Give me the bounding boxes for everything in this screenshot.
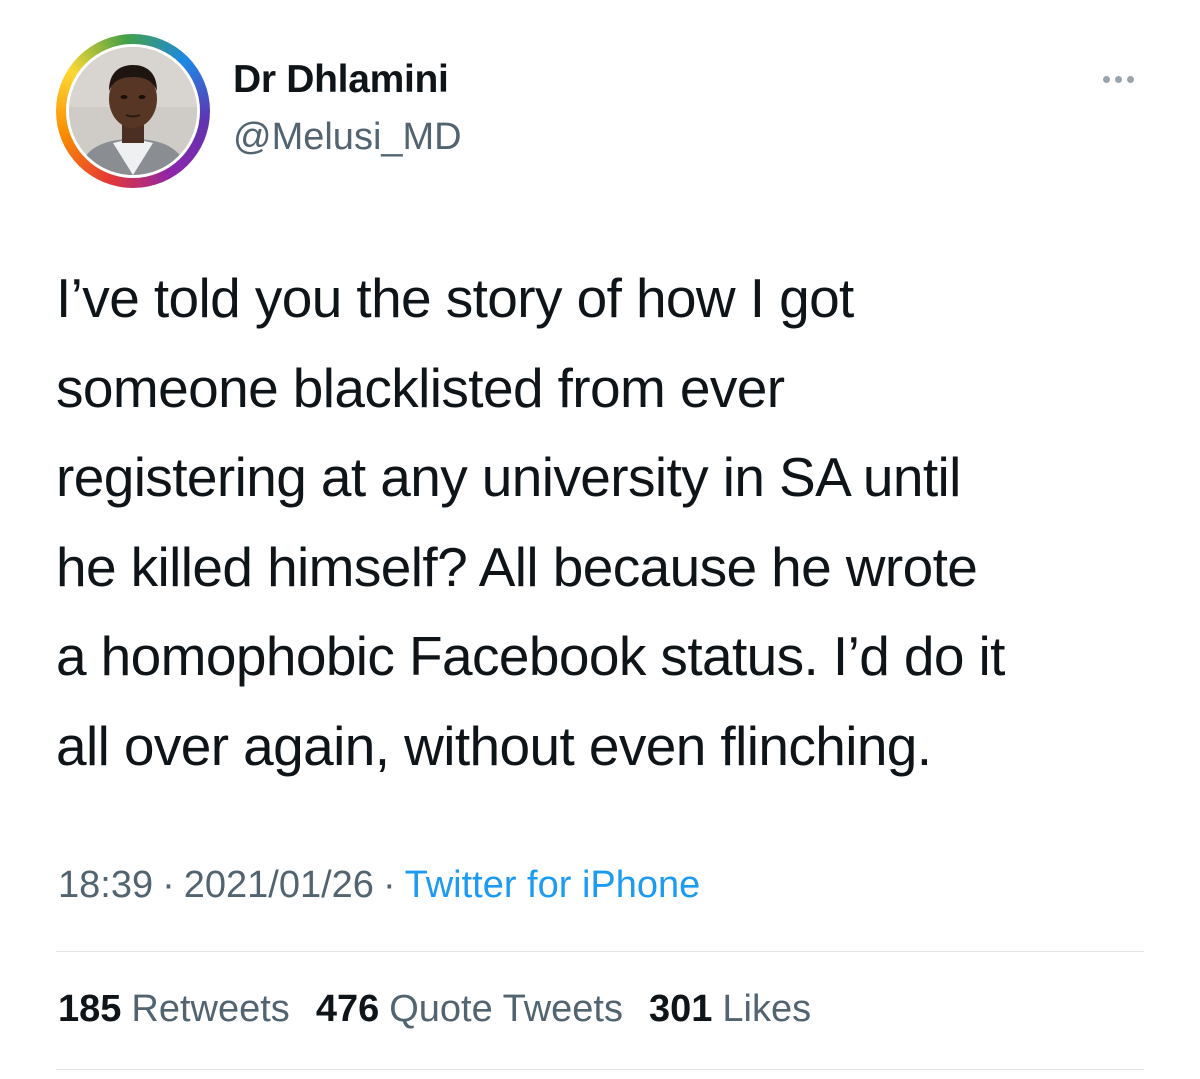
tweet-time[interactable]: 18:39 — [58, 864, 153, 906]
tweet-text-line: someone blacklisted from ever — [56, 356, 785, 419]
more-options-button[interactable] — [1092, 64, 1144, 94]
author-display-name[interactable]: Dr Dhlamini — [233, 58, 449, 102]
tweet-text-line: he killed himself? All because he wrote — [56, 535, 978, 598]
author-handle[interactable]: @Melusi_MD — [233, 116, 462, 159]
tweet-source-link[interactable]: Twitter for iPhone — [405, 864, 701, 906]
retweets-label: Retweets — [131, 988, 290, 1030]
divider — [56, 951, 1144, 952]
quote-tweets-stat[interactable]: 476 Quote Tweets — [316, 988, 623, 1031]
tweet-text-line: all over again, without even flinching. — [56, 714, 932, 777]
divider — [56, 1069, 1144, 1070]
quote-tweets-label: Quote Tweets — [389, 988, 623, 1030]
avatar-ring[interactable] — [56, 34, 210, 188]
likes-count: 301 — [649, 988, 713, 1030]
tweet-meta: 18:39 · 2021/01/26 · Twitter for iPhone — [58, 864, 700, 907]
avatar-photo — [69, 47, 197, 175]
meta-separator: · — [382, 864, 396, 906]
tweet-card: Dr Dhlamini @Melusi_MD I’ve told you the… — [0, 0, 1200, 1079]
tweet-date[interactable]: 2021/01/26 — [184, 864, 374, 906]
retweets-count: 185 — [58, 988, 122, 1030]
more-horizontal-icon-dot — [1126, 75, 1134, 83]
tweet-text-line: I’ve told you the story of how I got — [56, 267, 854, 329]
likes-label: Likes — [722, 988, 812, 1030]
quote-tweets-count: 476 — [315, 988, 380, 1030]
avatar[interactable] — [69, 47, 197, 175]
tweet-text-line: registering at any university in SA unti… — [56, 446, 961, 508]
more-horizontal-icon-dot — [1114, 75, 1122, 83]
more-horizontal-icon — [1102, 75, 1110, 83]
tweet-stats: 185 Retweets 476 Quote Tweets 301 Likes — [58, 988, 811, 1031]
tweet-text: I’ve told you the story of how I got som… — [56, 254, 1166, 791]
tweet-text-line: a homophobic Facebook status. I’d do it — [56, 625, 1005, 687]
likes-stat[interactable]: 301 Likes — [649, 988, 811, 1031]
retweets-stat[interactable]: 185 Retweets — [58, 988, 290, 1031]
meta-separator: · — [162, 864, 175, 906]
